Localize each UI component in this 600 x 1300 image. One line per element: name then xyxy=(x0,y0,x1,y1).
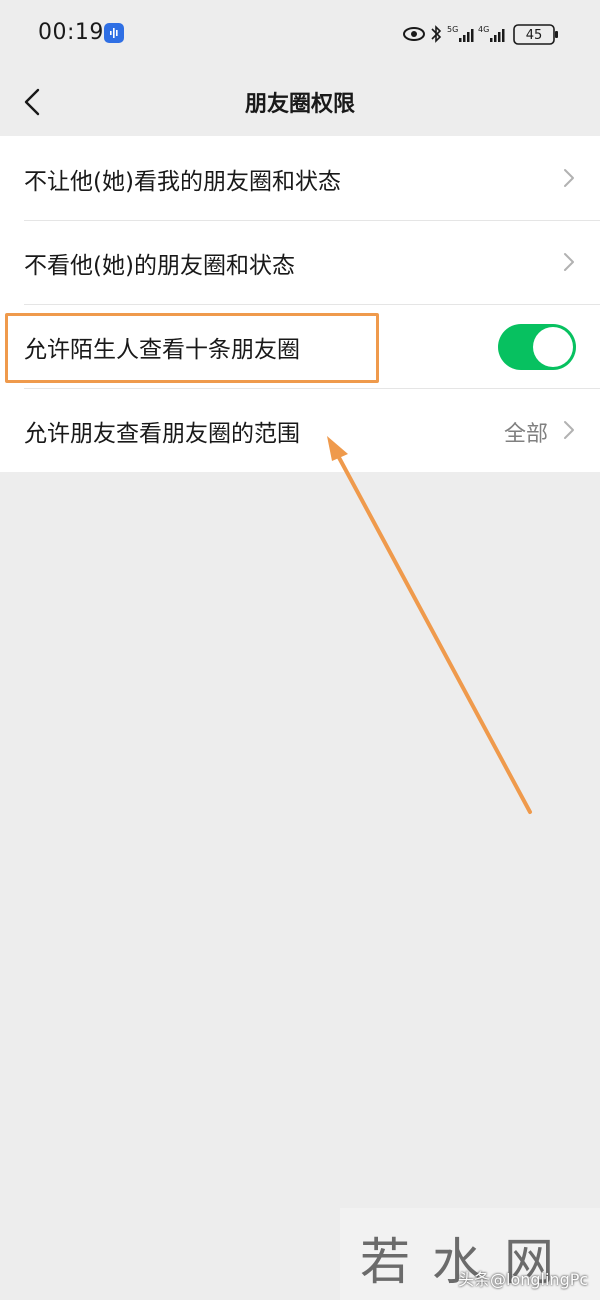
annotation-arrow xyxy=(327,436,532,814)
watermark-credit: 头条@longlingPc xyxy=(458,1270,589,1289)
watermark: 若水网 头条@longlingPc xyxy=(340,1208,600,1300)
